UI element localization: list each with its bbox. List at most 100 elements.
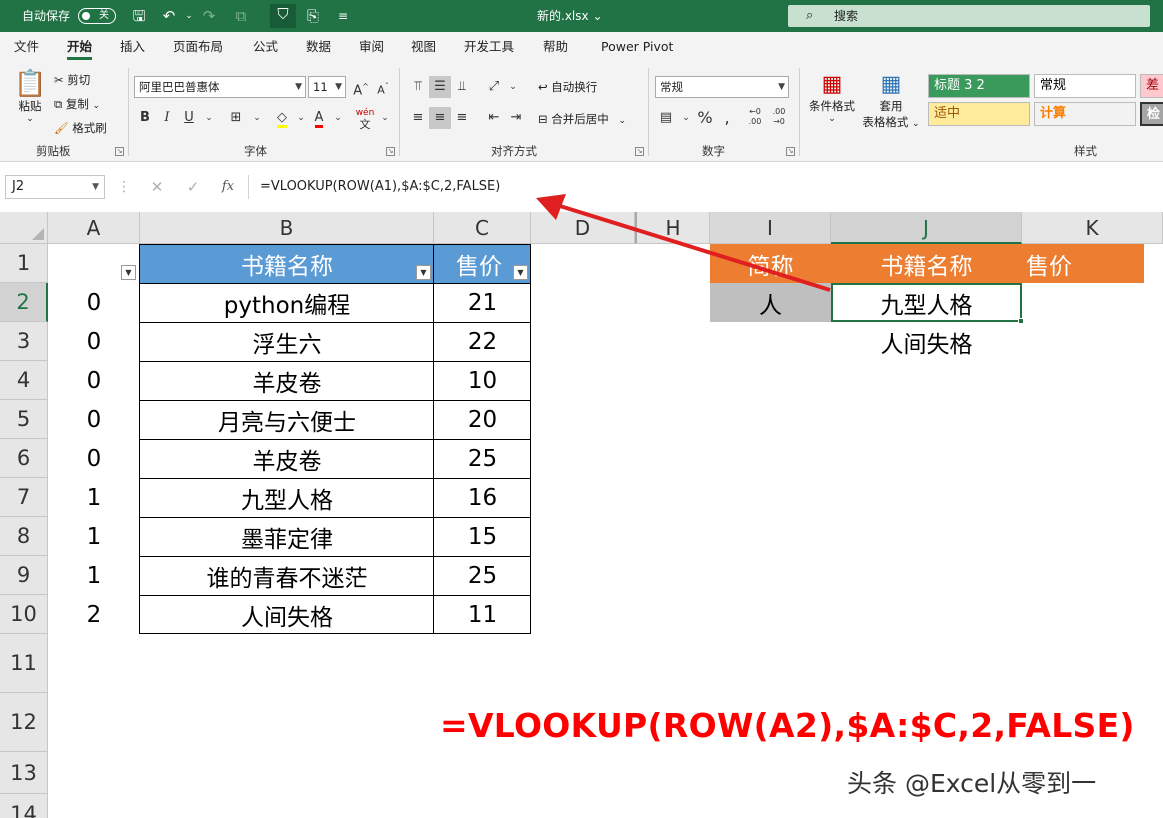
row-header-4[interactable]: 4 (0, 361, 48, 400)
column-header-b[interactable]: B (140, 212, 434, 244)
tab-page-layout[interactable]: 页面布局 (173, 32, 223, 62)
comma-style-icon[interactable]: , (716, 107, 738, 129)
cell-j3[interactable]: 人间失格 (831, 322, 1022, 361)
tab-file[interactable]: 文件 (14, 32, 39, 62)
shapes-icon[interactable]: ⧉ (230, 6, 252, 26)
tab-power-pivot[interactable]: Power Pivot (601, 32, 673, 62)
paste-button[interactable]: 📋 粘贴 ⌄ (14, 70, 46, 124)
cell-a8[interactable]: 1 (48, 517, 140, 556)
cell-a4[interactable]: 0 (48, 361, 140, 400)
column-header-i[interactable]: I (710, 212, 831, 244)
cell-a2[interactable]: 0 (48, 283, 140, 322)
row-header-3[interactable]: 3 (0, 322, 48, 361)
column-header-a[interactable]: A (48, 212, 140, 244)
file-name[interactable]: 新的.xlsx ⌄ (537, 0, 603, 32)
row-header-10[interactable]: 10 (0, 595, 48, 634)
touch-mode-icon[interactable]: ⎘ (302, 6, 324, 26)
column-header-c[interactable]: C (434, 212, 531, 244)
orientation-dropdown-icon[interactable]: ⌄ (502, 76, 524, 98)
increase-indent-icon[interactable]: ⇥ (505, 107, 527, 129)
cell-a5[interactable]: 0 (48, 400, 140, 439)
align-center-icon[interactable]: ≡ (429, 107, 451, 129)
column-header-k[interactable]: K (1022, 212, 1163, 244)
more-options-icon[interactable]: ⋮ (112, 175, 136, 199)
align-middle-icon[interactable]: ☰ (429, 76, 451, 98)
undo-dropdown-icon[interactable]: ⌄ (178, 6, 200, 26)
wrap-text-button[interactable]: ↩ 自动换行 (538, 79, 597, 95)
row-header-11[interactable]: 11 (0, 634, 48, 693)
decrease-decimal-icon[interactable]: .00 →0 (768, 107, 790, 129)
filter-icon[interactable]: ⛉ (270, 4, 296, 28)
style-calculation[interactable]: 计算 (1034, 102, 1136, 126)
underline-button[interactable]: U (178, 107, 200, 129)
align-right-icon[interactable]: ≡ (451, 107, 473, 129)
style-bad[interactable]: 差 (1140, 74, 1163, 98)
column-header-j[interactable]: J (831, 212, 1022, 244)
increase-font-icon[interactable]: A^ (350, 76, 372, 98)
font-launcher-icon[interactable]: ↘ (386, 147, 395, 156)
percent-icon[interactable]: % (694, 107, 716, 129)
enter-icon[interactable]: ✓ (181, 175, 205, 199)
cell-a3[interactable]: 0 (48, 322, 140, 361)
worksheet-grid[interactable]: A B C D H I J K 1 2 3 4 5 6 7 8 9 10 11 … (0, 212, 1163, 818)
phonetic-icon[interactable]: wén 文 (354, 107, 376, 131)
accounting-format-icon[interactable]: ▤ (655, 107, 677, 129)
align-top-icon[interactable]: ⫪ (407, 76, 429, 98)
row-header-2[interactable]: 2 (0, 283, 48, 322)
column-header-h[interactable]: H (635, 212, 710, 244)
row-header-5[interactable]: 5 (0, 400, 48, 439)
merge-center-button[interactable]: ⊟ 合并后居中 ⌄ (538, 111, 626, 127)
row-header-1[interactable]: 1 (0, 244, 48, 283)
column-header-d[interactable]: D (531, 212, 635, 244)
row-header-9[interactable]: 9 (0, 556, 48, 595)
borders-icon[interactable]: ⊞ (225, 107, 247, 129)
name-box[interactable]: J2 ▼ (5, 175, 105, 199)
autosave-toggle[interactable]: 关 (78, 8, 116, 24)
tab-home[interactable]: 开始 (67, 32, 93, 62)
row-header-14[interactable]: 14 (0, 794, 48, 818)
number-format-select[interactable]: 常规 ▼ (655, 76, 789, 98)
decrease-font-icon[interactable]: Aˇ (372, 76, 394, 98)
align-bottom-icon[interactable]: ⫫ (451, 76, 473, 98)
row-header-7[interactable]: 7 (0, 478, 48, 517)
cell-a10[interactable]: 2 (48, 595, 140, 634)
format-as-table-button[interactable]: ▦ 套用 表格格式 ⌄ (860, 72, 922, 130)
font-size-select[interactable]: 11 ▼ (308, 76, 346, 98)
cell-j2-selected[interactable]: 九型人格 (831, 283, 1022, 322)
font-color-dropdown-icon[interactable]: ⌄ (327, 107, 349, 129)
tab-review[interactable]: 审阅 (359, 32, 384, 62)
tab-help[interactable]: 帮助 (543, 32, 568, 62)
italic-button[interactable]: I (156, 107, 178, 129)
row-header-12[interactable]: 12 (0, 693, 48, 752)
customize-toolbar-icon[interactable]: ≡ (332, 6, 354, 26)
increase-decimal-icon[interactable]: ←0.00 (744, 107, 766, 129)
number-launcher-icon[interactable]: ↘ (786, 147, 795, 156)
row-header-8[interactable]: 8 (0, 517, 48, 556)
cell-a7[interactable]: 1 (48, 478, 140, 517)
format-painter-button[interactable]: 🖌 格式刷 (54, 120, 107, 136)
style-normal[interactable]: 常规 (1034, 74, 1136, 98)
style-neutral[interactable]: 适中 (928, 102, 1030, 126)
cut-button[interactable]: ✂ 剪切 (54, 72, 90, 88)
font-name-select[interactable]: 阿里巴巴普惠体 ▼ (134, 76, 306, 98)
row-header-6[interactable]: 6 (0, 439, 48, 478)
style-check[interactable]: 检 (1140, 102, 1163, 126)
tab-data[interactable]: 数据 (306, 32, 331, 62)
cell-i1[interactable]: 简称 (710, 244, 831, 283)
cell-a6[interactable]: 0 (48, 439, 140, 478)
filter-dropdown-icon[interactable]: ▼ (121, 265, 136, 280)
align-left-icon[interactable]: ≡ (407, 107, 429, 129)
cell-a9[interactable]: 1 (48, 556, 140, 595)
search-box[interactable]: ⌕ 搜索 (788, 5, 1150, 27)
insert-function-icon[interactable]: fx (216, 175, 240, 199)
cell-i2[interactable]: 人 (710, 283, 831, 322)
formula-input[interactable]: =VLOOKUP(ROW(A1),$A:$C,2,FALSE) (248, 175, 1160, 199)
tab-formulas[interactable]: 公式 (253, 32, 278, 62)
clipboard-launcher-icon[interactable]: ↘ (115, 147, 124, 156)
borders-dropdown-icon[interactable]: ⌄ (246, 107, 268, 129)
row-header-13[interactable]: 13 (0, 752, 48, 794)
cell-k1[interactable]: 售价 (1022, 244, 1144, 283)
select-all-corner[interactable] (0, 212, 48, 244)
phonetic-dropdown-icon[interactable]: ⌄ (374, 107, 396, 129)
tab-insert[interactable]: 插入 (120, 32, 145, 62)
